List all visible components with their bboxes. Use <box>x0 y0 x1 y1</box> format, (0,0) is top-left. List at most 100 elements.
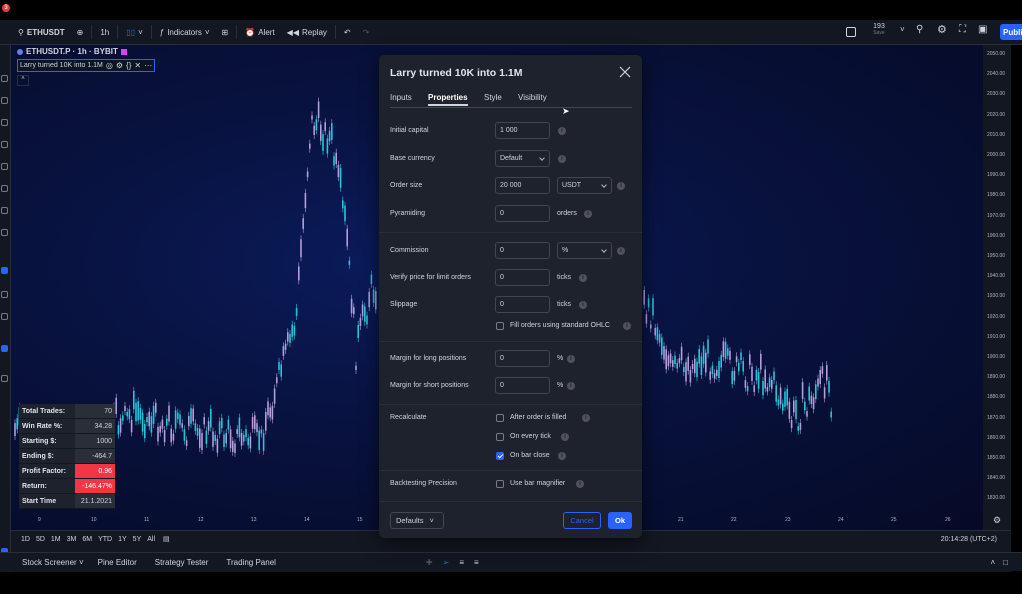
initial-capital-input[interactable]: 1 000 <box>495 122 550 139</box>
gear-icon[interactable]: ⚙ <box>937 23 947 36</box>
every-tick-checkbox[interactable] <box>496 433 504 441</box>
date-range-icon[interactable]: ▤ <box>163 535 170 543</box>
cancel-button[interactable]: Cancel <box>563 512 601 529</box>
text-icon[interactable] <box>1 163 8 170</box>
commission-unit-select[interactable]: % <box>557 242 612 259</box>
layouts-button[interactable]: ⊞ <box>216 20 235 44</box>
emoji-icon[interactable] <box>1 185 8 192</box>
fill-ohlc-checkbox[interactable] <box>496 322 504 330</box>
slippage-input[interactable]: 0 <box>495 296 550 313</box>
price-scale[interactable]: 2050.00 2040.00 2030.00 2020.00 2010.00 2000.… <box>983 45 1011 530</box>
bar-close-checkbox[interactable] <box>496 452 504 460</box>
chevron-down-icon[interactable]: ˅ <box>900 25 905 34</box>
trend-line-icon[interactable] <box>1 75 8 82</box>
ruler-icon[interactable] <box>1 207 8 214</box>
source-code-icon[interactable]: {} <box>126 61 131 70</box>
magnet-icon[interactable] <box>1 267 8 274</box>
tab-properties[interactable]: Properties <box>428 93 468 106</box>
zoom-icon[interactable] <box>1 229 8 236</box>
levels-icon[interactable]: ≡ <box>449 558 464 567</box>
info-icon[interactable]: i <box>579 274 587 282</box>
info-icon[interactable]: i <box>576 480 584 488</box>
range-button-all[interactable]: All <box>147 536 155 543</box>
chevron-up-icon[interactable]: ˄ <box>990 558 1003 567</box>
fullscreen-icon[interactable]: ⛶ <box>959 24 966 35</box>
compare-symbol-button[interactable]: ⊕ <box>71 20 90 44</box>
range-button-6m[interactable]: 6M <box>82 536 92 543</box>
redo-button[interactable]: ↷ <box>357 20 376 44</box>
close-icon[interactable]: ✕ <box>134 61 141 70</box>
pattern-icon[interactable] <box>1 141 8 148</box>
flag-icon[interactable] <box>120 48 127 55</box>
notification-badge[interactable]: 3 <box>2 4 10 12</box>
crosshair-icon[interactable]: ✚ <box>276 558 433 567</box>
cursor-icon[interactable]: ➢ <box>433 558 450 567</box>
order-size-input[interactable]: 20 000 <box>495 177 550 194</box>
order-size-unit-select[interactable]: USDT <box>557 177 612 194</box>
range-button-1d[interactable]: 1D <box>21 536 30 543</box>
range-button-ytd[interactable]: YTD <box>98 536 112 543</box>
publish-button[interactable]: Publi <box>1000 24 1022 40</box>
more-icon[interactable]: ⋯ <box>144 61 152 70</box>
info-icon[interactable]: i <box>558 452 566 460</box>
symbol-search-button[interactable]: ⚲ ETHUSDT <box>0 20 71 44</box>
clock-readout[interactable]: 20:14:28 (UTC+2) <box>941 536 1011 543</box>
layout-square-icon[interactable] <box>846 27 856 37</box>
info-icon[interactable]: i <box>617 247 625 255</box>
info-icon[interactable]: i <box>579 301 587 309</box>
info-icon[interactable]: i <box>584 210 592 218</box>
defaults-dropdown[interactable]: Defaults ˅ <box>390 512 444 529</box>
ok-button[interactable]: Ok <box>608 512 632 529</box>
tab-inputs[interactable]: Inputs <box>390 93 412 102</box>
interval-button[interactable]: 1h <box>94 20 115 44</box>
eye-icon[interactable] <box>1 313 8 320</box>
settings-icon[interactable]: ⚙ <box>993 515 1001 526</box>
range-button-5d[interactable]: 5D <box>36 536 45 543</box>
info-icon[interactable]: i <box>582 414 590 422</box>
bar-magnifier-checkbox[interactable] <box>496 480 504 488</box>
study-legend[interactable]: Larry turned 10K into 1.1M ◎ ⚙ {} ✕ ⋯ <box>17 59 156 72</box>
info-icon[interactable]: i <box>623 322 631 330</box>
range-button-1m[interactable]: 1M <box>51 536 61 543</box>
info-icon[interactable]: i <box>561 433 569 441</box>
brush-icon[interactable] <box>1 119 8 126</box>
gear-icon[interactable]: ⚙ <box>116 61 123 70</box>
eye-icon[interactable]: ◎ <box>106 61 113 70</box>
after-order-checkbox[interactable] <box>496 414 504 422</box>
info-icon[interactable]: i <box>617 182 625 190</box>
pyramiding-input[interactable]: 0 <box>495 205 550 222</box>
strategy-tester-tab[interactable]: Strategy Tester <box>137 558 209 567</box>
close-icon[interactable] <box>619 66 631 78</box>
info-icon[interactable]: i <box>558 155 566 163</box>
maximize-icon[interactable]: □ <box>1003 558 1022 567</box>
trash-icon[interactable] <box>1 375 8 382</box>
undo-button[interactable]: ↶ <box>338 20 357 44</box>
info-icon[interactable]: i <box>567 355 575 363</box>
trading-panel-tab[interactable]: Trading Panel <box>208 558 276 567</box>
tab-style[interactable]: Style <box>484 93 502 102</box>
indicators-button[interactable]: ƒ Indicators ˅ <box>154 20 216 44</box>
range-button-3m[interactable]: 3M <box>67 536 77 543</box>
pine-editor-tab[interactable]: Pine Editor <box>84 558 137 567</box>
commission-input[interactable]: 0 <box>495 242 550 259</box>
lock-icon[interactable] <box>1 291 8 298</box>
chart-type-button[interactable]: ▯▯ ˅ <box>120 20 148 44</box>
object-tree-icon[interactable] <box>1 345 8 352</box>
range-button-5y[interactable]: 5Y <box>133 536 142 543</box>
alert-button[interactable]: ⏰ Alert <box>239 20 280 44</box>
camera-icon[interactable]: ▣ <box>978 24 987 35</box>
levels-icon-2[interactable]: ≡ <box>464 558 479 567</box>
tab-visibility[interactable]: Visibility <box>518 93 547 102</box>
margin-short-input[interactable]: 0 <box>495 377 550 394</box>
save-button[interactable]: 193 Save <box>868 23 890 37</box>
range-button-1y[interactable]: 1Y <box>118 536 127 543</box>
verify-price-input[interactable]: 0 <box>495 269 550 286</box>
collapse-legend-button[interactable]: ˄ <box>17 75 29 86</box>
magnifier-icon[interactable]: ⚲ <box>916 24 923 35</box>
margin-long-input[interactable]: 0 <box>495 350 550 367</box>
fib-icon[interactable] <box>1 97 8 104</box>
stock-screener-tab[interactable]: Stock Screener ˅ <box>0 558 84 567</box>
info-icon[interactable]: i <box>558 127 566 135</box>
info-icon[interactable]: i <box>567 382 575 390</box>
base-currency-select[interactable]: Default <box>495 150 550 167</box>
